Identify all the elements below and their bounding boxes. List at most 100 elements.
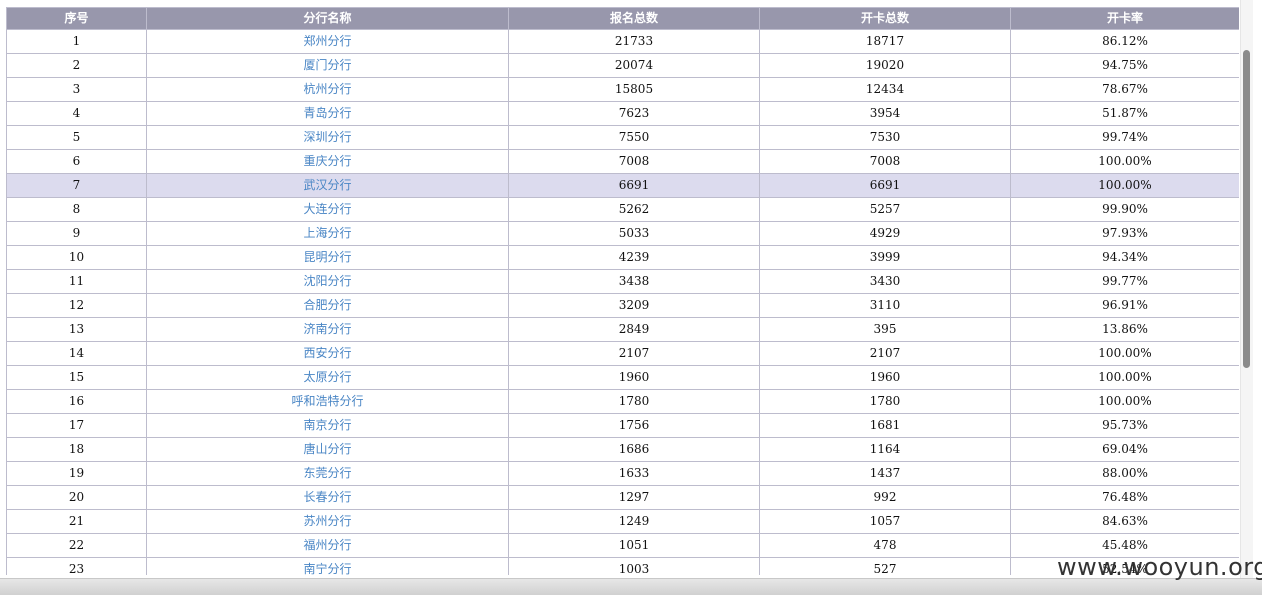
cell-signups: 1249	[508, 509, 760, 534]
cell-no: 22	[6, 533, 147, 558]
cell-branch-link: 大连分行	[146, 197, 509, 222]
cell-signups: 20074	[508, 53, 760, 78]
branch-link[interactable]: 长春分行	[303, 490, 351, 504]
branch-link[interactable]: 上海分行	[303, 226, 351, 240]
branch-link[interactable]: 昆明分行	[303, 250, 351, 264]
branch-link[interactable]: 杭州分行	[303, 82, 351, 96]
table-row[interactable]: 10 昆明分行 4239 3999 94.34%	[6, 245, 1239, 270]
scrollbar-thumb[interactable]	[1243, 50, 1250, 368]
branch-link[interactable]: 福州分行	[303, 538, 351, 552]
table-row[interactable]: 7 武汉分行 6691 6691 100.00%	[6, 173, 1239, 198]
cell-no: 14	[6, 341, 147, 366]
table-row[interactable]: 16 呼和浩特分行 1780 1780 100.00%	[6, 389, 1239, 414]
branch-table-container: 序号 分行名称 报名总数 开卡总数 开卡率 1 郑州分行 21733 18717 86.…	[6, 7, 1239, 575]
cell-rate: 94.34%	[1010, 245, 1239, 270]
cell-signups: 2849	[508, 317, 760, 342]
cell-rate: 51.87%	[1010, 101, 1239, 126]
table-row[interactable]: 8 大连分行 5262 5257 99.90%	[6, 197, 1239, 222]
vertical-scrollbar[interactable]	[1240, 0, 1253, 578]
table-row[interactable]: 21 苏州分行 1249 1057 84.63%	[6, 509, 1239, 534]
table-header: 序号 分行名称 报名总数 开卡总数 开卡率	[6, 7, 1239, 30]
cell-signups: 5033	[508, 221, 760, 246]
branch-link[interactable]: 唐山分行	[303, 442, 351, 456]
cell-rate: 100.00%	[1010, 365, 1239, 390]
cell-no: 18	[6, 437, 147, 462]
branch-link[interactable]: 厦门分行	[303, 58, 351, 72]
header-row: 序号 分行名称 报名总数 开卡总数 开卡率	[6, 7, 1239, 30]
cell-signups: 1756	[508, 413, 760, 438]
cell-branch-link: 重庆分行	[146, 149, 509, 174]
cell-no: 20	[6, 485, 147, 510]
cell-cards: 6691	[759, 173, 1011, 198]
cell-cards: 18717	[759, 29, 1011, 54]
cell-signups: 1686	[508, 437, 760, 462]
cell-signups: 15805	[508, 77, 760, 102]
branch-link[interactable]: 济南分行	[303, 322, 351, 336]
table-row[interactable]: 2 厦门分行 20074 19020 94.75%	[6, 53, 1239, 78]
branch-link[interactable]: 重庆分行	[303, 154, 351, 168]
cell-no: 9	[6, 221, 147, 246]
table-row[interactable]: 13 济南分行 2849 395 13.86%	[6, 317, 1239, 342]
branch-link[interactable]: 呼和浩特分行	[291, 394, 363, 408]
table-row[interactable]: 11 沈阳分行 3438 3430 99.77%	[6, 269, 1239, 294]
cell-branch-link: 上海分行	[146, 221, 509, 246]
cell-branch-link: 厦门分行	[146, 53, 509, 78]
cell-cards: 7008	[759, 149, 1011, 174]
table-row[interactable]: 3 杭州分行 15805 12434 78.67%	[6, 77, 1239, 102]
table-row[interactable]: 5 深圳分行 7550 7530 99.74%	[6, 125, 1239, 150]
cell-rate: 99.74%	[1010, 125, 1239, 150]
table-row[interactable]: 15 太原分行 1960 1960 100.00%	[6, 365, 1239, 390]
cell-cards: 3430	[759, 269, 1011, 294]
branch-link[interactable]: 合肥分行	[303, 298, 351, 312]
table-row[interactable]: 23 南宁分行 1003 527 52.54%	[6, 557, 1239, 575]
table-row[interactable]: 9 上海分行 5033 4929 97.93%	[6, 221, 1239, 246]
cell-no: 11	[6, 269, 147, 294]
cell-no: 4	[6, 101, 147, 126]
cell-no: 3	[6, 77, 147, 102]
table-row[interactable]: 20 长春分行 1297 992 76.48%	[6, 485, 1239, 510]
cell-signups: 7008	[508, 149, 760, 174]
cell-signups: 1633	[508, 461, 760, 486]
cell-no: 15	[6, 365, 147, 390]
cell-no: 10	[6, 245, 147, 270]
table-row[interactable]: 19 东莞分行 1633 1437 88.00%	[6, 461, 1239, 486]
cell-signups: 4239	[508, 245, 760, 270]
cell-no: 12	[6, 293, 147, 318]
cell-branch-link: 呼和浩特分行	[146, 389, 509, 414]
branch-link[interactable]: 西安分行	[303, 346, 351, 360]
branch-link[interactable]: 沈阳分行	[303, 274, 351, 288]
branch-link[interactable]: 南宁分行	[303, 562, 351, 575]
table-row[interactable]: 18 唐山分行 1686 1164 69.04%	[6, 437, 1239, 462]
branch-link[interactable]: 东莞分行	[303, 466, 351, 480]
table-row[interactable]: 1 郑州分行 21733 18717 86.12%	[6, 29, 1239, 54]
watermark-text: www.wooyun.org	[1057, 553, 1262, 581]
table-row[interactable]: 4 青岛分行 7623 3954 51.87%	[6, 101, 1239, 126]
cell-cards: 5257	[759, 197, 1011, 222]
table-body: 1 郑州分行 21733 18717 86.12% 2 厦门分行 20074 19020 94.7…	[6, 29, 1239, 575]
branch-link[interactable]: 苏州分行	[303, 514, 351, 528]
table-row[interactable]: 12 合肥分行 3209 3110 96.91%	[6, 293, 1239, 318]
branch-link[interactable]: 郑州分行	[303, 34, 351, 48]
branch-link[interactable]: 武汉分行	[303, 178, 351, 192]
table-row[interactable]: 17 南京分行 1756 1681 95.73%	[6, 413, 1239, 438]
cell-cards: 395	[759, 317, 1011, 342]
cell-signups: 5262	[508, 197, 760, 222]
cell-rate: 84.63%	[1010, 509, 1239, 534]
cell-branch-link: 济南分行	[146, 317, 509, 342]
cell-branch-link: 青岛分行	[146, 101, 509, 126]
table-row[interactable]: 14 西安分行 2107 2107 100.00%	[6, 341, 1239, 366]
cell-no: 13	[6, 317, 147, 342]
cell-branch-link: 昆明分行	[146, 245, 509, 270]
cell-rate: 95.73%	[1010, 413, 1239, 438]
table-row[interactable]: 22 福州分行 1051 478 45.48%	[6, 533, 1239, 558]
cell-cards: 12434	[759, 77, 1011, 102]
cell-no: 2	[6, 53, 147, 78]
branch-link[interactable]: 大连分行	[303, 202, 351, 216]
branch-link[interactable]: 青岛分行	[303, 106, 351, 120]
cell-signups: 2107	[508, 341, 760, 366]
branch-link[interactable]: 南京分行	[303, 418, 351, 432]
branch-link[interactable]: 深圳分行	[303, 130, 351, 144]
branch-link[interactable]: 太原分行	[303, 370, 351, 384]
table-row[interactable]: 6 重庆分行 7008 7008 100.00%	[6, 149, 1239, 174]
cell-no: 5	[6, 125, 147, 150]
